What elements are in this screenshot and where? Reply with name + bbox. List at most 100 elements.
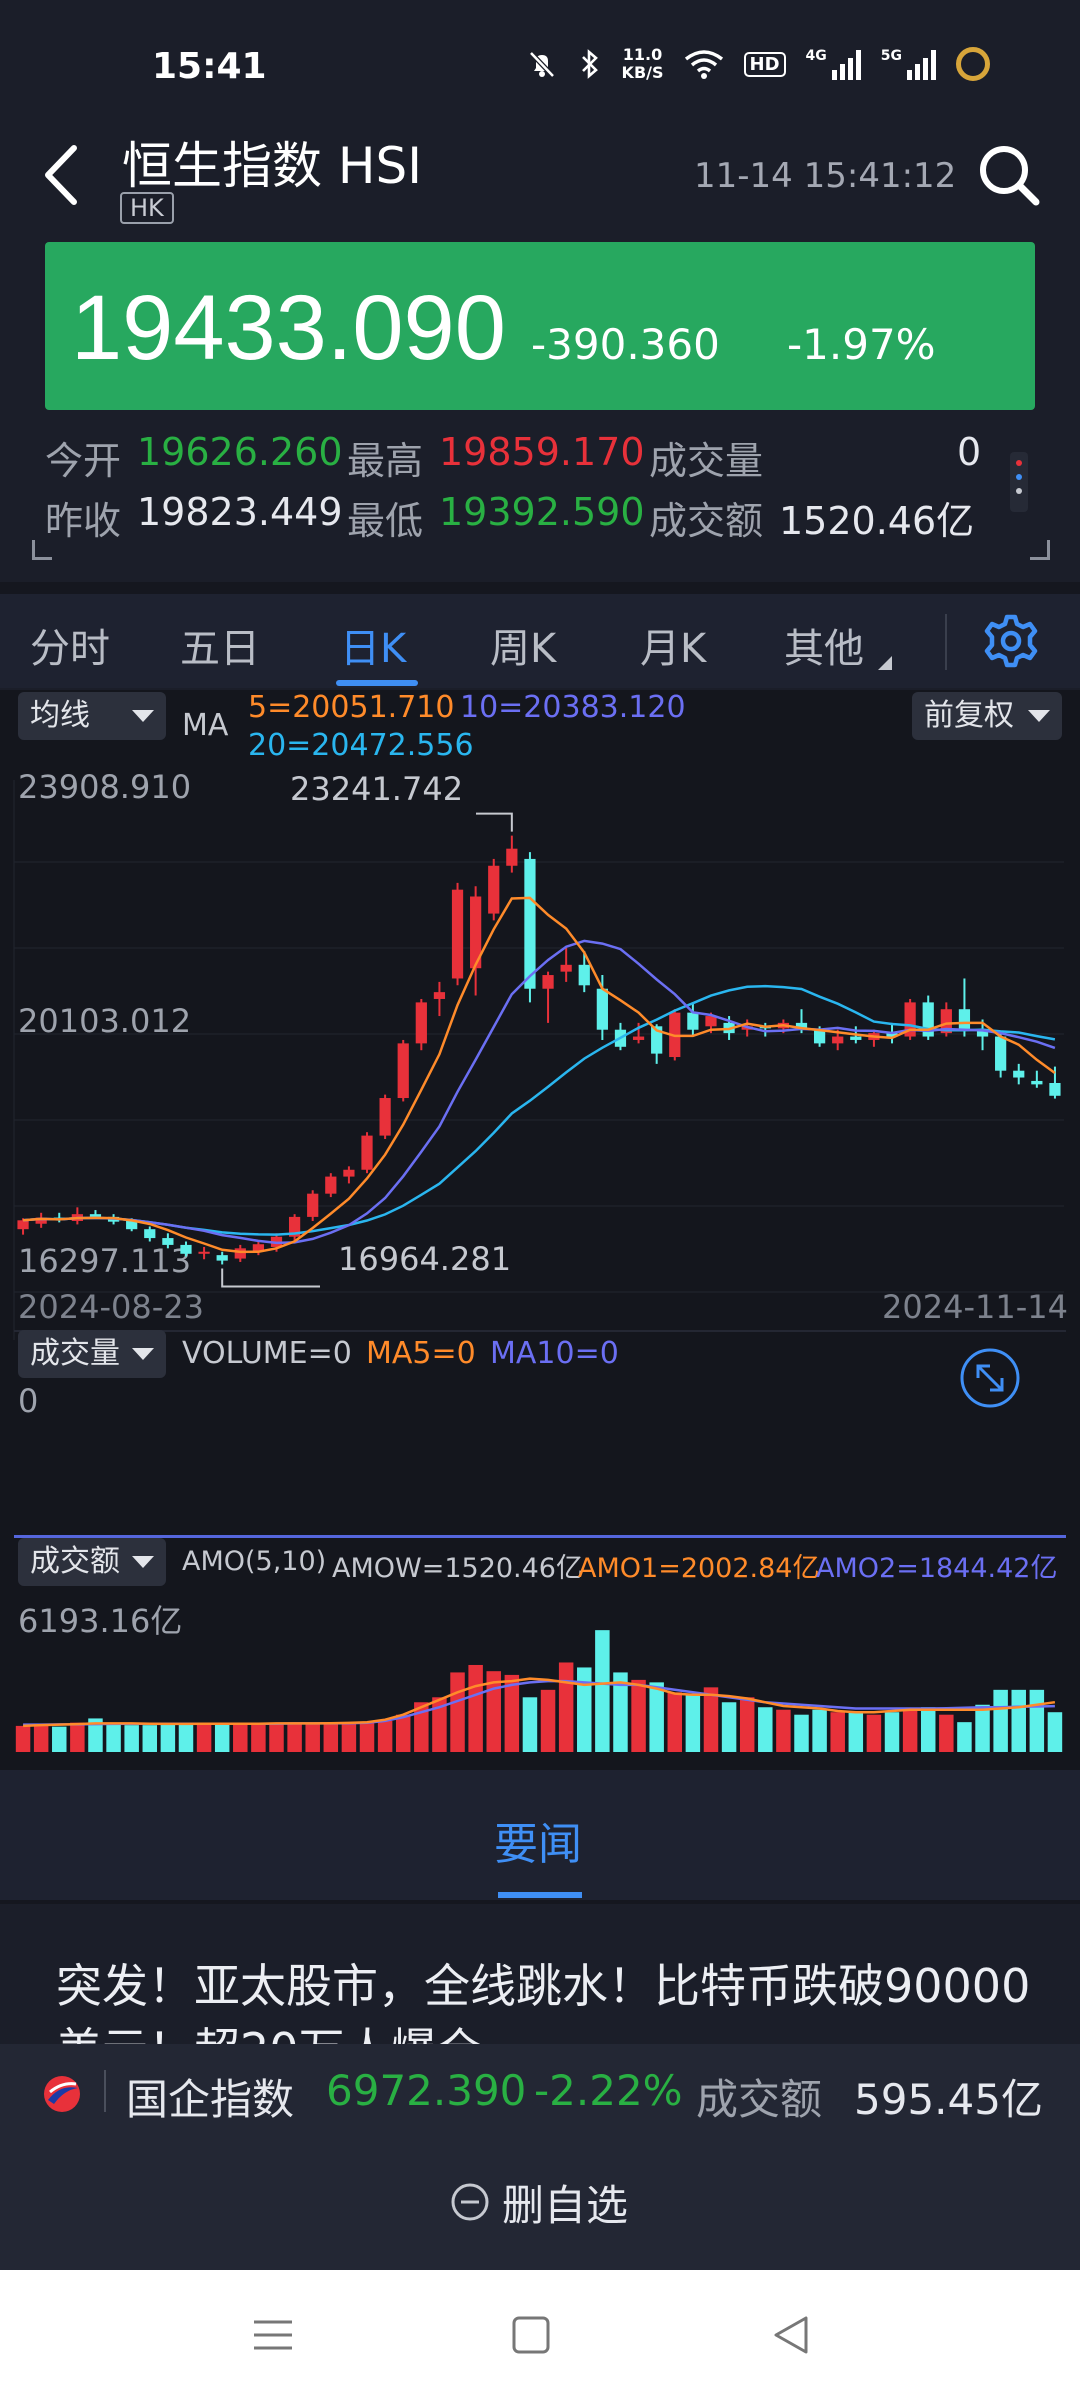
net-speed: 11.0 KB/S xyxy=(621,45,664,82)
amount-bar xyxy=(975,1704,990,1752)
bluetooth-icon xyxy=(581,49,598,79)
open-value: 19626.260 xyxy=(137,430,343,474)
candle-body xyxy=(89,1214,102,1217)
open-label: 今开 xyxy=(45,439,122,483)
prev-close-label: 昨收 xyxy=(45,499,122,543)
amount-bar xyxy=(1011,1689,1026,1752)
amount-bar xyxy=(468,1664,483,1752)
search-icon[interactable] xyxy=(976,142,1040,206)
candle-body xyxy=(180,1244,192,1254)
amo1-line xyxy=(23,1677,1056,1728)
candle-body xyxy=(1013,1070,1025,1078)
tab-intraday[interactable]: 分时 xyxy=(30,616,110,674)
candle-body xyxy=(560,964,572,972)
amount-dropdown[interactable]: 成交额 xyxy=(18,1538,166,1586)
mute-bell-icon xyxy=(528,51,555,78)
tab-news[interactable]: 要闻 xyxy=(494,1808,582,1872)
amount-bar xyxy=(631,1679,646,1752)
action-bar: 删自选 xyxy=(0,2140,1080,2270)
signal-5g-icon: 5G xyxy=(881,48,936,80)
candle-body xyxy=(325,1176,337,1194)
expand-corner-left[interactable] xyxy=(32,540,52,560)
volume-ma-line xyxy=(14,1535,1066,1538)
adjust-dropdown[interactable]: 前复权 xyxy=(912,692,1062,740)
volume-label: 成交量 xyxy=(649,439,764,483)
ticker-value: 6972.390 xyxy=(326,2066,527,2115)
high-label: 最高 xyxy=(347,439,424,483)
candle-body xyxy=(705,1016,717,1027)
amount-bar xyxy=(739,1697,755,1752)
news-list: 突发！亚太股市，全线跳水！比特币跌破90000美元！超20万人爆仓 xyxy=(0,1904,1080,2044)
amount-bar xyxy=(776,1709,791,1752)
volume-dropdown[interactable]: 成交量 xyxy=(18,1330,166,1378)
ticker-separator xyxy=(104,2070,106,2112)
remove-watchlist-button[interactable]: 删自选 xyxy=(450,2172,628,2232)
amo2-text: AMO2=1844.42亿 xyxy=(816,1553,1058,1584)
amount-bar xyxy=(233,1723,248,1752)
candle-body xyxy=(958,1009,971,1030)
candle-body xyxy=(234,1248,246,1259)
candle-body xyxy=(995,1036,1007,1071)
system-nav-bar xyxy=(0,2270,1080,2400)
amount-bar xyxy=(142,1725,158,1752)
ma20-line xyxy=(23,984,1056,1236)
header: 恒生指数 HSI HK 11-14 15:41:12 xyxy=(0,120,1080,230)
ma-label: MA xyxy=(182,708,229,743)
menu-icon[interactable] xyxy=(250,2312,296,2358)
market-tag: HK xyxy=(120,192,174,224)
back-arrow-icon[interactable] xyxy=(36,140,96,210)
wifi-icon xyxy=(684,50,723,79)
amount-bar xyxy=(287,1723,302,1752)
tab-monthly-k[interactable]: 月K xyxy=(640,616,706,674)
quote-row-2: 昨收 19823.449 最低 19392.590 成交额 1520.46亿 xyxy=(45,490,1015,550)
tab-five-day[interactable]: 五日 xyxy=(180,616,260,674)
indicator-dropdown[interactable]: 均线 xyxy=(18,692,166,740)
panel-divider xyxy=(14,1330,1066,1332)
period-tabs: 分时 五日 日K 周K 月K 其他 xyxy=(0,594,1080,688)
ticker-name: 国企指数 xyxy=(126,2075,295,2124)
tab-daily-k[interactable]: 日K xyxy=(340,616,406,674)
candle-body xyxy=(1031,1080,1043,1085)
candle-body xyxy=(144,1229,156,1239)
remove-watchlist-label: 删自选 xyxy=(502,2180,629,2230)
news-headline[interactable]: 突发！亚太股市，全线跳水！比特币跌破90000美元！超20万人爆仓 xyxy=(56,1954,1036,2044)
amount-bar xyxy=(649,1682,664,1752)
related-index-ticker[interactable]: 国企指数 6972.390 -2.22% 成交额 595.45亿 xyxy=(0,2044,1080,2140)
max-leader-line xyxy=(476,812,513,832)
news-tabbar: 要闻 xyxy=(0,1770,1080,1900)
volume-axis-label: 0 xyxy=(18,1382,39,1420)
amount-bar xyxy=(721,1702,737,1752)
candle-body xyxy=(687,1012,699,1030)
amount-bar xyxy=(305,1723,320,1752)
ma20-value: 20=20472.556 xyxy=(248,728,474,763)
price-change: -390.360 xyxy=(531,320,720,369)
candle-body xyxy=(162,1238,174,1245)
home-icon[interactable] xyxy=(508,2312,554,2358)
amount-bar xyxy=(1029,1689,1045,1752)
kline-chart[interactable] xyxy=(0,780,1080,1370)
chart-area[interactable]: 均线 MA 5=20051.710 10=20383.120 20=20472.… xyxy=(0,690,1080,1770)
amount-bar xyxy=(214,1723,230,1752)
ma5-value: 5=20051.710 xyxy=(248,690,455,725)
volume-ma5-text: MA5=0 xyxy=(366,1336,476,1371)
tab-other[interactable]: 其他 xyxy=(784,616,864,674)
amount-bar xyxy=(758,1707,773,1752)
gear-icon[interactable] xyxy=(982,612,1040,670)
back-triangle-icon[interactable] xyxy=(768,2312,814,2358)
expand-corner-right[interactable] xyxy=(1030,540,1050,560)
candle-body xyxy=(451,889,464,979)
more-indicator[interactable] xyxy=(1010,452,1028,512)
volume-value: 0 xyxy=(957,430,982,474)
amount-bar xyxy=(377,1720,393,1752)
candle-body xyxy=(1049,1082,1061,1096)
tab-weekly-k[interactable]: 周K xyxy=(490,616,556,674)
candle-body xyxy=(216,1255,228,1261)
amount-chart[interactable] xyxy=(0,1590,1080,1760)
active-tab-underline xyxy=(336,680,418,686)
amount-bar xyxy=(703,1687,719,1752)
section-divider xyxy=(0,582,1080,594)
amount-bar xyxy=(794,1714,809,1752)
amount-bar xyxy=(848,1712,864,1752)
amount-bar xyxy=(124,1725,139,1752)
fullscreen-icon[interactable] xyxy=(958,1346,1022,1410)
